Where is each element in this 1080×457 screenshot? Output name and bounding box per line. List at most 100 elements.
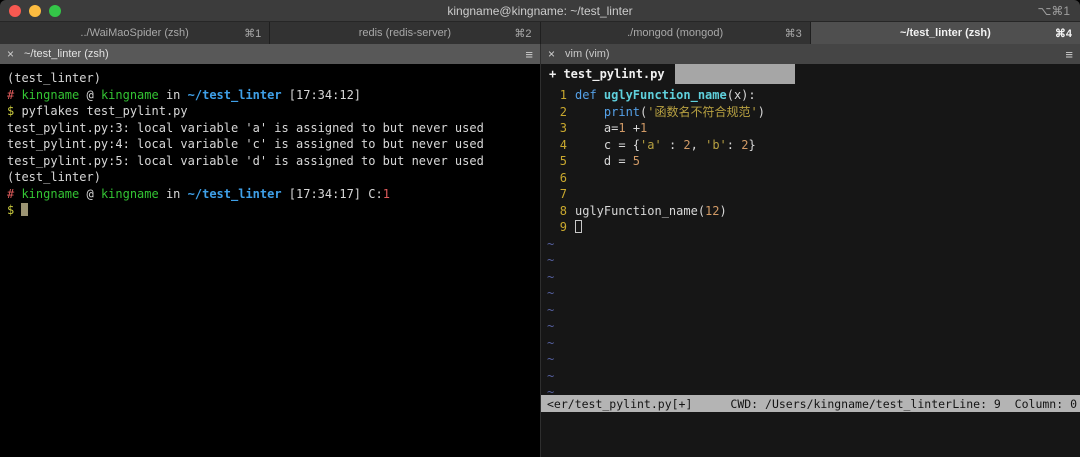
window-title: kingname@kingname: ~/test_linter [447, 3, 633, 18]
vim-status-bar: <er/test_pylint.py[+] CWD: /Users/kingna… [541, 395, 1080, 412]
text-segment: 'b' [705, 137, 727, 152]
text-segment: C: [368, 186, 383, 201]
vim-code-line: 1 def uglyFunction_name(x): [541, 87, 1080, 104]
text-segment: pyflakes test_pylint.py [14, 104, 188, 118]
tab-redis[interactable]: redis (redis-server) ⌘2 [270, 22, 541, 44]
text-segment: (test_linter) [7, 170, 101, 184]
text-segment: ~/test_linter [187, 87, 282, 102]
tab-test-linter[interactable]: ~/test_linter (zsh) ⌘4 [810, 22, 1080, 44]
text-segment: uglyFunction_name [603, 88, 727, 102]
vim-command-line [541, 412, 1080, 457]
text-segment: : [661, 137, 684, 152]
minimize-window-button[interactable] [29, 4, 41, 17]
vim-code-area[interactable]: 1 def uglyFunction_name(x): 2 print('函数名不符… [541, 84, 1080, 395]
vim-code-line: 2 print('函数名不符合规范') [541, 104, 1080, 121]
text-segment: @ [79, 186, 101, 201]
traffic-lights [9, 4, 61, 17]
text-segment: ) [719, 203, 727, 218]
text-segment: 'a' [640, 137, 662, 152]
tab-shortcut: ⌘2 [514, 27, 532, 40]
vim-code-line: 9 [541, 219, 1080, 236]
left-terminal-output[interactable]: (test_linter) # kingname @ kingname in ~/… [0, 64, 540, 457]
terminal-window: kingname@kingname: ~/test_linter ⌥⌘1 ../… [0, 0, 1080, 457]
vim-code-line: 4 c = {'a' : 2, 'b': 2} [541, 137, 1080, 154]
terminal-line: (test_linter) [7, 169, 540, 186]
right-pane: × vim (vim) ≡ + test_pylint.py 1 def ugly… [540, 44, 1080, 457]
text-segment: test_pylint.py:5: local variable 'd' is … [7, 153, 484, 168]
text-segment: test_pylint.py:4: local variable 'c' is … [7, 137, 484, 151]
text-segment: print [603, 104, 641, 119]
vim-code-line: 7 [541, 186, 1080, 203]
status-filename: <er/test_pylint.py[+] [547, 396, 693, 411]
close-pane-icon[interactable]: × [548, 47, 558, 61]
text-segment: kingname [21, 186, 80, 201]
vim-code-line: 3 a=1 +1 [541, 120, 1080, 137]
tab-label: ./mongod (mongod) [627, 27, 724, 39]
line-number: 9 [559, 220, 567, 234]
terminal-line: $ pyflakes test_pylint.py [7, 103, 540, 120]
text-segment: 1 [618, 121, 626, 135]
line-number: 5 [559, 154, 567, 168]
tab-shortcut: ⌘1 [244, 27, 262, 40]
text-segment: [17:34:12] [281, 87, 362, 102]
tab-label: redis (redis-server) [358, 27, 452, 39]
code-text: print('函数名不符合规范') [575, 104, 765, 121]
text-segment: a= [575, 121, 619, 135]
zoom-window-button[interactable] [49, 4, 61, 17]
cursor-hollow [575, 220, 582, 233]
text-segment: c = { [575, 137, 641, 152]
hamburger-menu-icon[interactable]: ≡ [1065, 47, 1073, 62]
text-segment: 2 [683, 137, 691, 152]
vim-tabline: + test_pylint.py [541, 64, 1080, 84]
vim-code-line: 8 uglyFunction_name(12) [541, 203, 1080, 220]
text-segment: : [726, 137, 742, 152]
cursor-block [21, 203, 29, 216]
text-segment: 5 [632, 154, 641, 168]
text-segment: kingname [100, 186, 159, 201]
titlebar: kingname@kingname: ~/test_linter ⌥⌘1 [0, 0, 1080, 22]
text-segment: 1 [640, 121, 648, 135]
text-segment: kingname [21, 87, 80, 102]
close-pane-icon[interactable]: × [7, 47, 17, 61]
tab-mongod[interactable]: ./mongod (mongod) ⌘3 [540, 22, 811, 44]
terminal-line: # kingname @ kingname in ~/test_linter [… [7, 186, 540, 203]
code-text: d = 5 [575, 153, 640, 170]
vim-empty-line-tilde: ~ [547, 286, 555, 300]
status-cwd: CWD: /Users/kingname/test_linter [730, 396, 952, 411]
text-segment: [17:34:17] [281, 186, 369, 201]
left-pane: × ~/test_linter (zsh) ≡ (test_linter) # k… [0, 44, 540, 457]
text-segment: # [7, 186, 22, 201]
tab-bar: ../WaiMaoSpider (zsh) ⌘1 redis (redis-se… [0, 22, 1080, 44]
code-text: a=1 +1 [575, 120, 647, 137]
vim-code-line: 5 d = 5 [541, 153, 1080, 170]
code-text: c = {'a' : 2, 'b': 2} [575, 137, 756, 154]
terminal-line: test_pylint.py:3: local variable 'a' is … [7, 120, 540, 137]
terminal-line: test_pylint.py:4: local variable 'c' is … [7, 136, 540, 153]
terminal-line: # kingname @ kingname in ~/test_linter [… [7, 87, 540, 104]
tab-waimaospider[interactable]: ../WaiMaoSpider (zsh) ⌘1 [0, 22, 271, 44]
close-window-button[interactable] [9, 4, 21, 17]
text-segment: (x): [726, 88, 756, 102]
tab-shortcut: ⌘4 [1054, 27, 1072, 40]
vim-editor[interactable]: + test_pylint.py 1 def uglyFunction_name(… [541, 64, 1080, 457]
vim-empty-line-tilde: ~ [547, 302, 555, 317]
text-segment: test_pylint.py:3: local variable 'a' is … [7, 120, 484, 135]
line-number: 2 [559, 104, 567, 119]
split-pane-container: × ~/test_linter (zsh) ≡ (test_linter) # k… [0, 44, 1080, 457]
vim-buffer-tab[interactable]: + test_pylint.py [541, 64, 675, 84]
vim-tabline-fill [674, 64, 795, 84]
vim-empty-line-tilde: ~ [547, 253, 555, 267]
status-position: Line: 9 Column: 0 [952, 396, 1077, 411]
code-text [575, 219, 582, 236]
hamburger-menu-icon[interactable]: ≡ [525, 47, 533, 62]
text-segment: in [158, 87, 188, 102]
vim-empty-line-tilde: ~ [547, 269, 555, 284]
terminal-line: (test_linter) [7, 70, 540, 87]
text-segment: ~/test_linter [187, 186, 282, 201]
text-segment: '函数名不符合规范' [647, 104, 758, 119]
right-pane-title: vim (vim) [565, 48, 610, 60]
text-segment: 12 [705, 203, 720, 218]
vim-empty-line-tilde: ~ [547, 385, 555, 395]
text-segment [14, 203, 21, 217]
vim-empty-line-tilde: ~ [547, 319, 555, 333]
